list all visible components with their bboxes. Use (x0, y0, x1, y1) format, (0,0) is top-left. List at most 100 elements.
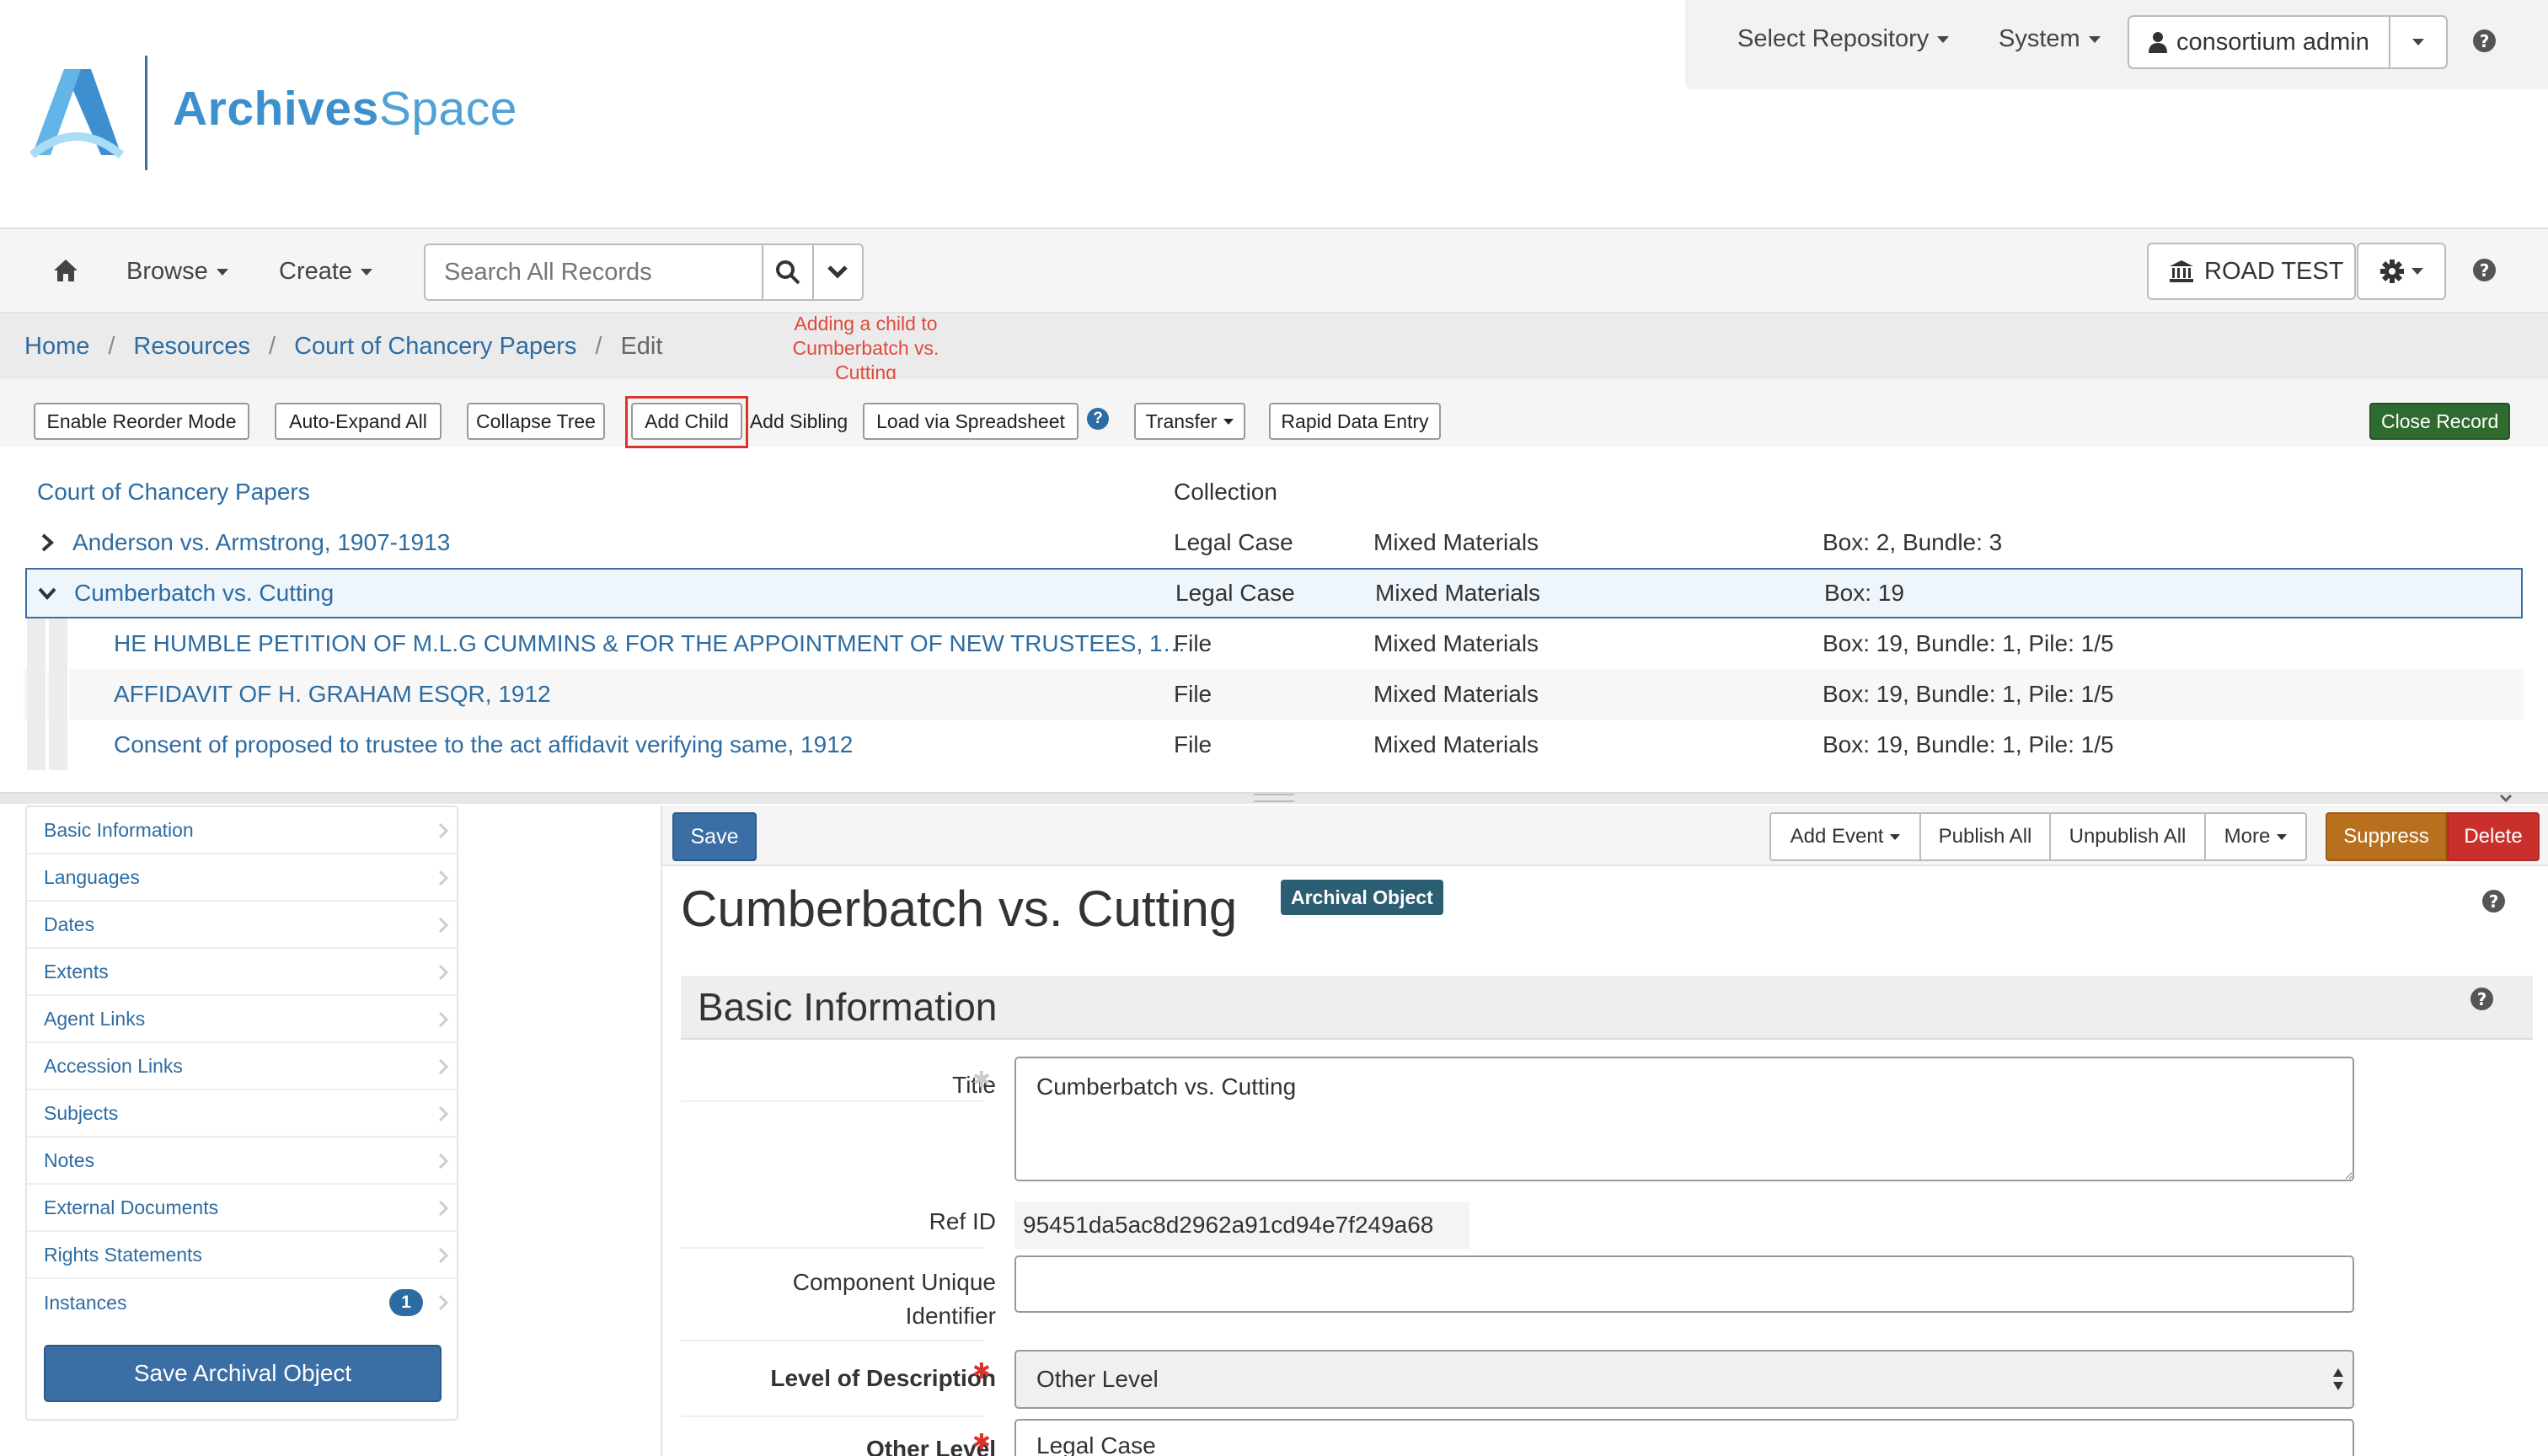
search-options-toggle[interactable] (811, 245, 863, 299)
select-arrows-icon (2333, 1368, 2343, 1390)
help-icon[interactable]: ? (2473, 259, 2496, 281)
chevron-right-icon (438, 964, 448, 981)
save-button[interactable]: Save (672, 812, 757, 861)
add-event-button[interactable]: Add Event (1769, 812, 1921, 861)
user-icon (2149, 32, 2167, 53)
help-icon[interactable]: ? (2473, 29, 2496, 52)
other-level-field[interactable]: Legal Case (1014, 1419, 2354, 1456)
form-toolbar: Save Add Event Publish All Unpublish All… (662, 806, 2548, 866)
user-button[interactable]: consortium admin (2129, 17, 2390, 67)
tree-container: Box: 19, Bundle: 1, Pile: 1/5 (1823, 681, 2114, 707)
section-heading: Basic Information (681, 976, 2533, 1040)
chevron-right-icon (438, 1105, 448, 1122)
breadcrumb-home[interactable]: Home (24, 333, 89, 361)
component-unique-identifier-field[interactable] (1014, 1255, 2354, 1313)
sidebar-item-dates[interactable]: Dates (27, 902, 457, 949)
sidebar-item-extents[interactable]: Extents (27, 949, 457, 996)
sidebar-item-basic-information[interactable]: Basic Information (27, 807, 457, 854)
home-icon[interactable] (52, 258, 79, 283)
tree-level: Legal Case (1175, 580, 1295, 606)
more-menu-button[interactable]: More (2204, 812, 2307, 861)
help-icon[interactable]: ? (1087, 408, 1109, 430)
create-menu[interactable]: Create (279, 258, 373, 286)
tree-level: File (1174, 630, 1212, 656)
unpublish-all-button[interactable]: Unpublish All (2049, 812, 2206, 861)
caret-down-icon (2412, 268, 2423, 275)
chevron-right-icon (438, 822, 448, 839)
level-of-description-label: Level of Description (770, 1365, 996, 1391)
breadcrumb-resource[interactable]: Court of Chancery Papers (294, 333, 576, 361)
sidebar-item-instances[interactable]: Instances 1 (27, 1279, 457, 1326)
search-input[interactable] (426, 245, 762, 299)
tree-row[interactable]: Anderson vs. Armstrong, 1907-1913 Legal … (24, 517, 2524, 568)
sidebar-item-rights-statements[interactable]: Rights Statements (27, 1232, 457, 1279)
chevron-down-icon[interactable] (2497, 792, 2514, 804)
rapid-data-entry-button[interactable]: Rapid Data Entry (1269, 403, 1441, 440)
chevron-right-icon[interactable] (40, 533, 54, 553)
system-menu[interactable]: System (1999, 25, 2101, 53)
tree-row[interactable]: Consent of proposed to trustee to the ac… (24, 720, 2524, 770)
sidebar-item-languages[interactable]: Languages (27, 854, 457, 902)
level-of-description-select[interactable]: Other Level (1014, 1350, 2354, 1409)
logo[interactable] (30, 67, 131, 160)
tree-row-title[interactable]: Cumberbatch vs. Cutting (74, 580, 334, 607)
tree-type: Mixed Materials (1373, 630, 1539, 656)
sidebar-item-agent-links[interactable]: Agent Links (27, 996, 457, 1043)
tree-row-title[interactable]: AFFIDAVIT OF H. GRAHAM ESQR, 1912 (114, 681, 551, 708)
title-field[interactable]: Cumberbatch vs. Cutting (1014, 1057, 2354, 1181)
tree-row[interactable]: HE HUMBLE PETITION OF M.L.G CUMMINS & FO… (24, 618, 2524, 669)
repository-settings-menu[interactable] (2357, 243, 2446, 300)
suppress-button[interactable]: Suppress (2326, 812, 2447, 861)
tree-root-title[interactable]: Court of Chancery Papers (37, 479, 310, 506)
sidebar-item-notes[interactable]: Notes (27, 1138, 457, 1185)
chevron-down-icon[interactable] (37, 586, 57, 600)
close-record-button[interactable]: Close Record (2369, 403, 2511, 440)
tree-row[interactable]: AFFIDAVIT OF H. GRAHAM ESQR, 1912 File M… (24, 669, 2524, 720)
tree-row-title[interactable]: Anderson vs. Armstrong, 1907-1913 (72, 529, 450, 556)
add-sibling-button[interactable]: Add Sibling (743, 403, 854, 440)
chevron-right-icon (438, 1058, 448, 1075)
sidebar-item-external-documents[interactable]: External Documents (27, 1185, 457, 1232)
chevron-right-icon (438, 1011, 448, 1028)
gear-icon (2380, 260, 2404, 283)
help-icon[interactable]: ? (2470, 988, 2493, 1010)
chevron-right-icon (438, 870, 448, 886)
splitter-grip-icon[interactable] (1254, 794, 1294, 802)
help-icon[interactable]: ? (2482, 890, 2505, 913)
caret-down-icon (2412, 39, 2424, 46)
tree-container: Box: 19, Bundle: 1, Pile: 1/5 (1823, 731, 2114, 757)
publish-all-button[interactable]: Publish All (1919, 812, 2051, 861)
select-repository-menu[interactable]: Select Repository (1737, 25, 1950, 53)
auto-expand-button[interactable]: Auto-Expand All (275, 403, 442, 440)
tree-row-selected[interactable]: Cumberbatch vs. Cutting Legal Case Mixed… (25, 568, 2523, 618)
save-archival-object-button[interactable]: Save Archival Object (44, 1345, 442, 1402)
user-dropdown-toggle[interactable] (2390, 17, 2446, 67)
chevron-right-icon (438, 1200, 448, 1217)
sidebar-item-subjects[interactable]: Subjects (27, 1090, 457, 1138)
tree-root-row[interactable]: Court of Chancery Papers Collection (24, 467, 2524, 517)
search-icon (775, 260, 800, 285)
load-spreadsheet-button[interactable]: Load via Spreadsheet (863, 403, 1079, 440)
breadcrumb-resources[interactable]: Resources (133, 333, 250, 361)
tree-row-title[interactable]: HE HUMBLE PETITION OF M.L.G CUMMINS & FO… (114, 630, 1186, 657)
collapse-tree-button[interactable]: Collapse Tree (467, 403, 605, 440)
caret-down-icon (216, 268, 228, 276)
chevron-right-icon (438, 1153, 448, 1170)
delete-button[interactable]: Delete (2447, 812, 2540, 861)
search-button[interactable] (762, 245, 812, 299)
required-marker-icon: ✱ (972, 1067, 991, 1092)
logo-text[interactable]: ArchivesSpace (173, 81, 517, 136)
sidebar-item-accession-links[interactable]: Accession Links (27, 1043, 457, 1090)
add-child-button[interactable]: Add Child (631, 403, 742, 440)
record-type-badge: Archival Object (1281, 880, 1443, 915)
transfer-button[interactable]: Transfer (1134, 403, 1245, 440)
tree-type: Mixed Materials (1375, 580, 1541, 606)
tree-level: Collection (1174, 479, 1277, 505)
browse-menu[interactable]: Browse (126, 258, 228, 286)
caret-down-icon (1223, 418, 1234, 425)
enable-reorder-button[interactable]: Enable Reorder Mode (34, 403, 249, 440)
repository-button[interactable]: ROAD TEST (2147, 243, 2356, 300)
user-menu[interactable]: consortium admin (2128, 15, 2448, 69)
tree-level: File (1174, 681, 1212, 707)
tree-row-title[interactable]: Consent of proposed to trustee to the ac… (114, 731, 853, 758)
